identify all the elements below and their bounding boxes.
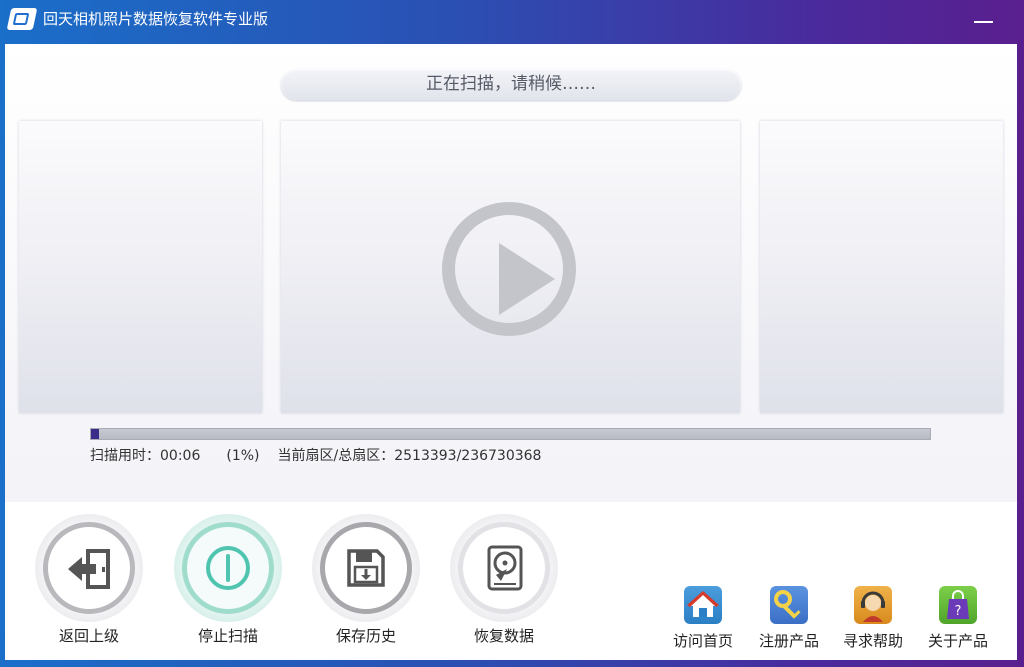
stop-scan-button[interactable]: [174, 514, 282, 622]
scan-sector-count: 当前扇区/总扇区：2513393/236730368: [277, 448, 542, 464]
main-content: 正在扫描，请稍候…… 扫描用时：00:06 (1%) 当前扇区/总扇区：251339…: [5, 44, 1017, 660]
back-button-label: 返回上级: [58, 627, 119, 645]
register-product-label: 注册产品: [758, 632, 819, 650]
scan-percent: (1%): [226, 448, 260, 464]
shopping-bag-question-icon: ?: [947, 590, 969, 619]
recover-data-button[interactable]: [450, 514, 558, 622]
title-bar: 回天相机照片数据恢复软件专业版: [0, 0, 1024, 42]
preview-panel-main: [281, 121, 740, 413]
scan-status-message: 正在扫描，请稍候……: [281, 69, 741, 100]
scan-elapsed-time: 扫描用时：00:06: [90, 448, 201, 464]
preview-panel-right: [760, 121, 1003, 413]
back-button[interactable]: [35, 514, 143, 622]
stop-scan-button-label: 停止扫描: [197, 627, 258, 645]
seek-help-label: 寻求帮助: [842, 632, 903, 650]
visit-homepage-label: 访问首页: [672, 632, 733, 650]
minimize-button[interactable]: [968, 10, 998, 32]
floppy-save-icon: [347, 549, 385, 587]
scan-progress-fill: [91, 429, 100, 439]
hard-disk-icon: [487, 545, 523, 591]
support-agent-icon: [861, 591, 885, 622]
seek-help-button[interactable]: [854, 586, 892, 624]
play-icon: [442, 202, 576, 336]
about-product-button[interactable]: ?: [939, 586, 977, 624]
back-button-face: [43, 522, 135, 614]
key-icon: [774, 590, 801, 619]
power-icon: [206, 546, 250, 590]
register-product-button[interactable]: [770, 586, 808, 624]
svg-text:?: ?: [955, 604, 962, 619]
save-history-button[interactable]: [312, 514, 420, 622]
recover-data-button-label: 恢复数据: [473, 627, 534, 645]
app-window: 回天相机照片数据恢复软件专业版 正在扫描，请稍候…… 扫描用时：00:06 (1%…: [0, 0, 1024, 667]
preview-panel-left: [19, 121, 262, 413]
app-logo-icon: [6, 8, 38, 30]
save-history-button-label: 保存历史: [335, 627, 396, 645]
scan-area: 正在扫描，请稍候…… 扫描用时：00:06 (1%) 当前扇区/总扇区：251339…: [5, 44, 1017, 502]
scan-info: 扫描用时：00:06 (1%) 当前扇区/总扇区：2513393/236730368: [90, 446, 541, 466]
recover-data-button-face: [458, 522, 550, 614]
save-history-button-face: [320, 522, 412, 614]
back-exit-icon: [68, 549, 110, 589]
home-icon: [687, 591, 719, 617]
scan-progress-bar: [90, 428, 931, 440]
app-title: 回天相机照片数据恢复软件专业版: [43, 10, 269, 28]
about-product-label: 关于产品: [927, 632, 988, 650]
visit-homepage-button[interactable]: [684, 586, 722, 624]
stop-scan-button-face: [182, 522, 274, 614]
